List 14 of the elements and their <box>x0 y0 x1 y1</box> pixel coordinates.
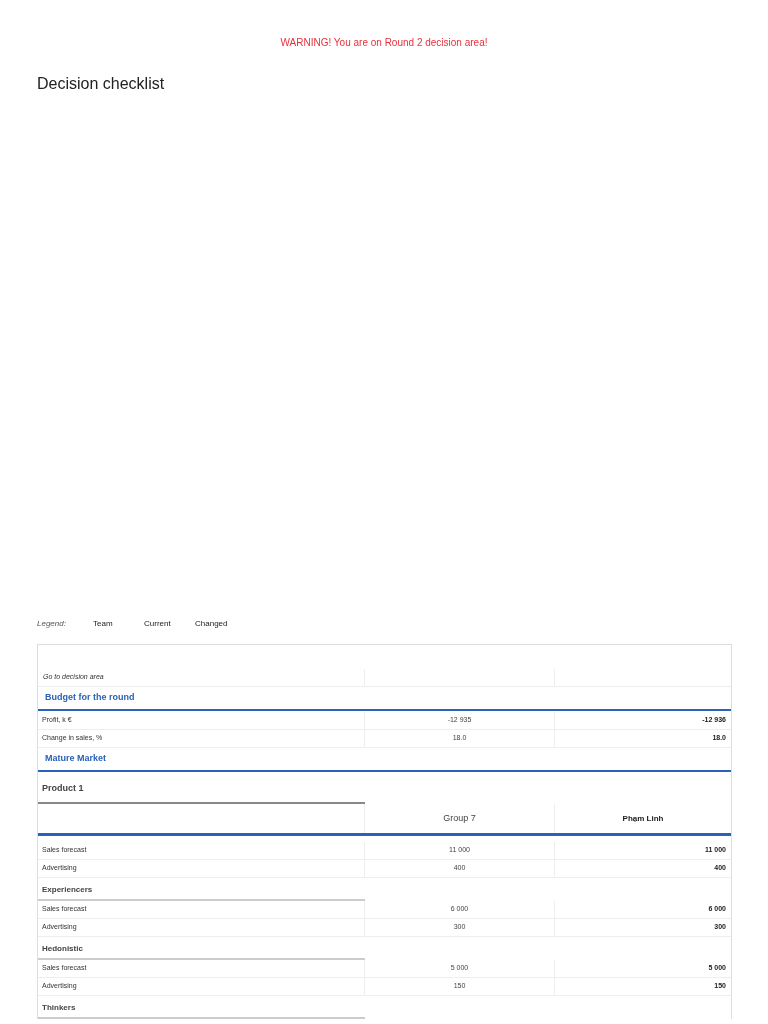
page-title: Decision checklist <box>37 74 166 94</box>
section-heading: Budget for the round <box>45 691 135 705</box>
group-heading: Thinkers <box>42 1001 76 1014</box>
section-heading: Mature Market <box>45 752 107 766</box>
legend-label: Legend: <box>37 618 67 630</box>
product-heading: Product 1 <box>42 782 84 796</box>
legend-item: Changed <box>195 618 229 630</box>
column-header: Phạm Linh <box>622 812 664 825</box>
group-heading: Hedonistic <box>42 942 83 955</box>
group-heading: Experiencers <box>42 883 93 896</box>
column-header: Group 7 <box>443 811 476 825</box>
legend-item: Team <box>93 618 114 630</box>
warning-message: WARNING! You are on Round 2 decision area! <box>280 36 488 50</box>
legend-item: Current <box>144 618 172 630</box>
